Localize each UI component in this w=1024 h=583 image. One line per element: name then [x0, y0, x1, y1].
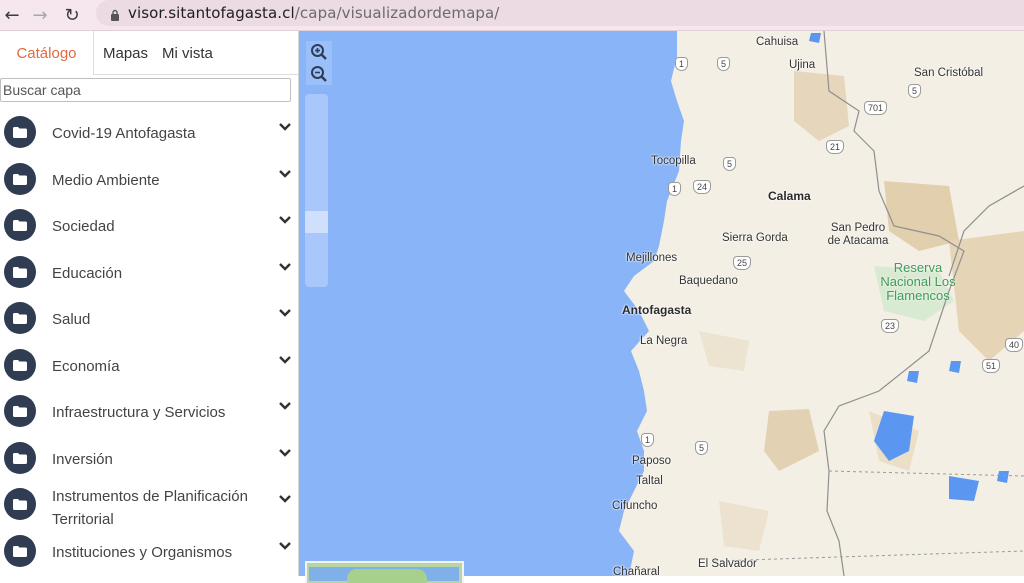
place-baquedano: Baquedano [679, 275, 738, 287]
route-shield: 701 [864, 101, 888, 115]
category-label: Economía [52, 358, 120, 375]
category-label: Instituciones y Organismos [52, 544, 233, 561]
place-antofagasta: Antofagasta [622, 303, 692, 317]
folder-icon [4, 442, 36, 474]
place-cifuncho: Cifuncho [612, 500, 658, 512]
place-calama: Calama [768, 189, 811, 203]
category-label: Sociedad [52, 218, 115, 235]
place-reserva-los-flamencos: Reserva Nacional Los Flamencos [880, 260, 956, 303]
chevron-down-icon[interactable] [278, 538, 294, 554]
category-item[interactable]: Covid-19 Antofagasta [0, 110, 298, 154]
search-layer-input[interactable] [0, 78, 291, 102]
reload-icon: ↻ [64, 4, 80, 26]
tab-mi-vista[interactable]: Mi vista [162, 31, 213, 75]
chevron-down-icon[interactable] [278, 491, 294, 507]
route-shield: 21 [826, 140, 845, 154]
folder-icon [4, 302, 36, 334]
category-label: Educación [52, 265, 123, 282]
category-label: Covid-19 Antofagasta [52, 125, 196, 142]
category-item[interactable]: Salud [0, 296, 298, 340]
chevron-down-icon[interactable] [278, 305, 294, 321]
browser-toolbar: ← → ↻ visor.sitantofagasta.cl/capa/visua… [0, 0, 1024, 31]
chevron-down-icon[interactable] [278, 166, 294, 182]
category-item[interactable]: Infraestructura y Servicios [0, 389, 298, 433]
category-item[interactable]: Inversión [0, 436, 298, 480]
place-paposo: Paposo [632, 455, 672, 467]
category-item[interactable]: Instrumentos de Planificación Territoria… [0, 482, 298, 528]
catalog-sidebar: Catálogo Mapas Mi vista Covid-19 Antofag… [0, 31, 299, 576]
zoom-in-icon [311, 44, 327, 60]
place-el-salvador: El Salvador [698, 558, 757, 570]
minimap-land [347, 569, 427, 583]
route-shield: 23 [881, 319, 900, 333]
category-item[interactable]: Sociedad [0, 203, 298, 247]
route-shield: 5 [717, 57, 731, 71]
sidebar-tabs: Catálogo Mapas Mi vista [0, 31, 298, 75]
category-label: Medio Ambiente [52, 172, 160, 189]
route-shield: 5 [723, 157, 737, 171]
place-taltal: Taltal [636, 475, 663, 487]
route-shield: 5 [695, 441, 709, 455]
place-ujina: Ujina [789, 59, 816, 71]
category-item[interactable]: Educación [0, 250, 298, 294]
url-host: visor.sitantofagasta.cl [128, 4, 295, 22]
forward-button[interactable]: → [28, 3, 52, 27]
lock-icon [110, 8, 120, 26]
zoom-out-button[interactable] [306, 63, 332, 85]
category-label: Instrumentos de Planificación Territoria… [52, 488, 248, 528]
arrow-left-icon: ← [4, 4, 20, 26]
arrow-right-icon: → [32, 4, 48, 26]
chevron-down-icon[interactable] [278, 212, 294, 228]
place-la-negra: La Negra [640, 335, 688, 347]
place-sierra-gorda: Sierra Gorda [722, 232, 788, 244]
folder-icon [4, 209, 36, 241]
place-chanaral: Chañaral [613, 566, 660, 576]
category-item[interactable]: Medio Ambiente [0, 157, 298, 201]
place-tocopilla: Tocopilla [651, 155, 696, 167]
tab-catalogo[interactable]: Catálogo [0, 31, 94, 75]
folder-icon [4, 256, 36, 288]
place-san-pedro-de-atacama: San Pedro de Atacama [827, 222, 889, 247]
route-shield: 1 [641, 433, 655, 447]
url-text[interactable]: visor.sitantofagasta.cl/capa/visualizado… [128, 4, 499, 22]
back-button[interactable]: ← [0, 3, 24, 27]
place-cahuisa: Cahuisa [756, 36, 799, 48]
place-san-cristobal: San Cristóbal [914, 67, 984, 79]
chevron-down-icon[interactable] [278, 445, 294, 461]
chevron-down-icon[interactable] [278, 119, 294, 135]
zoom-slider[interactable] [305, 94, 328, 287]
category-label: Inversión [52, 451, 113, 468]
tab-mapas[interactable]: Mapas [103, 31, 148, 75]
chevron-down-icon[interactable] [278, 398, 294, 414]
route-shield: 40 [1005, 338, 1024, 352]
category-label: Infraestructura y Servicios [52, 404, 226, 421]
route-shield: 1 [668, 182, 682, 196]
url-path: /capa/visualizadordemapa/ [294, 4, 500, 22]
route-shield: 1 [675, 57, 689, 71]
reload-button[interactable]: ↻ [60, 3, 84, 27]
category-label: Salud [52, 311, 91, 328]
folder-icon [4, 395, 36, 427]
category-item[interactable]: Instituciones y Organismos [0, 529, 298, 573]
overview-minimap[interactable] [305, 561, 464, 583]
route-shield: 51 [982, 359, 1001, 373]
folder-icon [4, 535, 36, 567]
map-canvas[interactable]: Cahuisa Ujina San Cristóbal Tocopilla Ca… [299, 31, 1024, 576]
place-mejillones: Mejillones [626, 252, 678, 264]
tabs-divider [93, 74, 298, 75]
folder-icon [4, 116, 36, 148]
folder-icon [4, 163, 36, 195]
route-shield: 25 [733, 256, 752, 270]
chevron-down-icon[interactable] [278, 259, 294, 275]
zoom-in-button[interactable] [306, 41, 332, 63]
chevron-down-icon[interactable] [278, 352, 294, 368]
zoom-slider-handle[interactable] [305, 211, 328, 233]
folder-icon [4, 488, 36, 520]
category-item[interactable]: Economía [0, 343, 298, 387]
route-shield: 5 [908, 84, 922, 98]
folder-icon [4, 349, 36, 381]
route-shield: 24 [693, 180, 712, 194]
zoom-out-icon [311, 66, 327, 82]
